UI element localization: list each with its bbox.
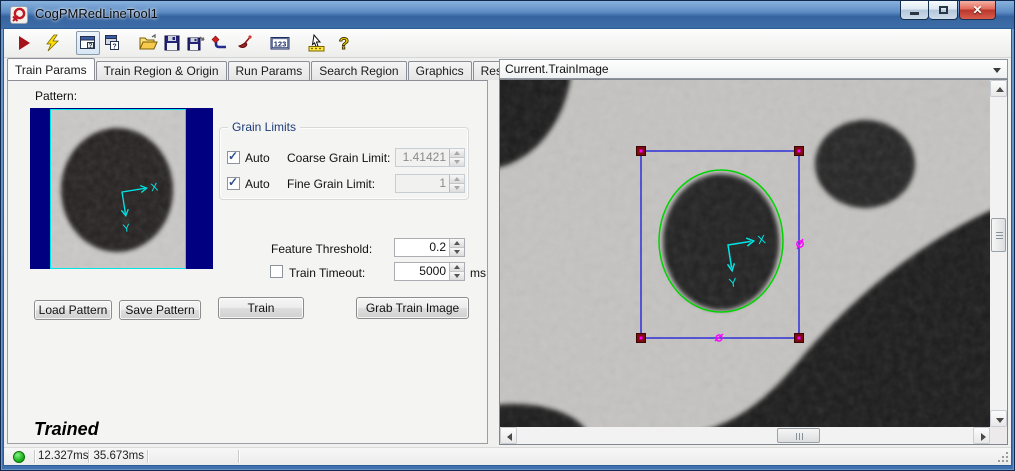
- fine-grain-spinner[interactable]: [449, 175, 464, 192]
- numeric-display-icon[interactable]: 123: [268, 31, 292, 55]
- coarse-auto-label: Auto: [245, 151, 270, 165]
- maximize-button[interactable]: [929, 1, 958, 20]
- coarse-grain-limit-label: Coarse Grain Limit:: [287, 151, 390, 165]
- electric-run-icon[interactable]: [40, 31, 64, 55]
- grab-train-image-button[interactable]: Grab Train Image: [356, 297, 469, 319]
- help-icon[interactable]: ?: [332, 31, 356, 55]
- scroll-down-icon: [996, 418, 1004, 423]
- client-area: ? ?: [4, 29, 1011, 465]
- image-selector-combobox[interactable]: Current.TrainImage: [499, 59, 1008, 79]
- status-time-execution: 12.327ms: [38, 450, 85, 462]
- train-params-page: Pattern:: [7, 80, 488, 444]
- pattern-preview-box: X Y: [30, 108, 213, 269]
- maximize-icon: [939, 6, 948, 14]
- revert-icon[interactable]: [208, 31, 232, 55]
- toolbar: ? ?: [4, 29, 1011, 58]
- train-timeout-unit: ms: [470, 266, 486, 280]
- status-bar: 12.327ms 35.673ms: [4, 447, 1011, 465]
- feature-threshold-label: Feature Threshold:: [271, 242, 372, 256]
- titlebar[interactable]: CogPMRedLineTool1 ✕: [1, 1, 1014, 29]
- show-tool-window-icon[interactable]: ?: [76, 31, 100, 55]
- scroll-right-icon: [981, 433, 986, 441]
- scroll-left-icon: [507, 433, 512, 441]
- tab-strip: Train Params Train Region & Origin Run P…: [7, 58, 530, 80]
- train-timeout-checkbox[interactable]: [270, 265, 283, 278]
- coarse-auto-checkbox[interactable]: [227, 151, 240, 164]
- scroll-left-button[interactable]: [500, 427, 517, 444]
- load-pattern-button[interactable]: Load Pattern: [34, 300, 112, 320]
- vertical-scroll-thumb[interactable]: [991, 218, 1006, 252]
- train-image-canvas[interactable]: X Y: [500, 80, 990, 427]
- grain-limits-group: Grain Limits Auto Coarse Grain Limit: 1.…: [219, 127, 469, 200]
- float-tool-window-icon[interactable]: ?: [100, 31, 124, 55]
- fine-grain-limit-label: Fine Grain Limit:: [287, 177, 375, 191]
- fine-auto-checkbox[interactable]: [227, 177, 240, 190]
- status-time-total: 35.673ms: [92, 450, 144, 462]
- fine-auto-label: Auto: [245, 177, 270, 191]
- horizontal-scrollbar[interactable]: [500, 427, 990, 444]
- close-button[interactable]: ✕: [959, 1, 996, 20]
- close-icon: ✕: [972, 3, 982, 17]
- pattern-image: X Y: [50, 109, 186, 269]
- minimize-icon: [910, 12, 919, 15]
- status-dot: [13, 451, 25, 463]
- tab-graphics[interactable]: Graphics: [408, 61, 472, 80]
- train-button[interactable]: Train: [218, 297, 304, 319]
- scroll-right-button[interactable]: [973, 427, 990, 444]
- tab-search-region[interactable]: Search Region: [311, 61, 406, 80]
- save-pattern-button[interactable]: Save Pattern: [119, 300, 201, 320]
- vertical-scrollbar[interactable]: [990, 80, 1007, 427]
- tab-run-params[interactable]: Run Params: [228, 61, 311, 80]
- horizontal-scroll-thumb[interactable]: [777, 428, 820, 443]
- train-image-view: X Y: [499, 79, 1008, 445]
- scroll-up-icon: [996, 87, 1004, 92]
- save-as-icon[interactable]: [184, 31, 208, 55]
- edit-brush-icon[interactable]: [232, 31, 256, 55]
- feature-threshold-field[interactable]: 0.2: [394, 238, 465, 257]
- feature-threshold-spinner[interactable]: [449, 239, 464, 256]
- svg-text:?: ?: [89, 43, 93, 50]
- svg-text:?: ?: [112, 44, 116, 51]
- pattern-label: Pattern:: [35, 89, 77, 103]
- numbers-icon-text: 123: [274, 39, 287, 48]
- measure-ruler-icon[interactable]: [304, 31, 328, 55]
- train-timeout-label: Train Timeout:: [289, 266, 365, 280]
- coarse-grain-spinner[interactable]: [449, 149, 464, 166]
- combo-dropdown-icon: [993, 68, 1001, 73]
- coarse-grain-limit-field[interactable]: 1.41421: [395, 148, 465, 167]
- scrollbar-corner: [990, 427, 1007, 444]
- scroll-down-button[interactable]: [990, 410, 1007, 427]
- trained-status: Trained: [34, 419, 99, 440]
- fine-grain-limit-field[interactable]: 1: [395, 174, 465, 193]
- tab-train-region-origin[interactable]: Train Region & Origin: [96, 61, 227, 80]
- train-timeout-field[interactable]: 5000: [394, 262, 465, 281]
- scroll-up-button[interactable]: [990, 80, 1007, 97]
- window-title: CogPMRedLineTool1: [35, 6, 158, 21]
- tool-window: CogPMRedLineTool1 ✕ ?: [0, 0, 1015, 471]
- resize-grip[interactable]: [997, 451, 1009, 463]
- open-file-icon[interactable]: [136, 31, 160, 55]
- app-icon: [10, 6, 28, 24]
- help-icon-text: ?: [339, 34, 349, 52]
- train-timeout-spinner[interactable]: [449, 263, 464, 280]
- grain-limits-title: Grain Limits: [228, 120, 300, 134]
- minimize-button[interactable]: [900, 1, 929, 20]
- run-icon[interactable]: [12, 31, 36, 55]
- tab-train-params[interactable]: Train Params: [7, 58, 95, 80]
- save-file-icon[interactable]: [160, 31, 184, 55]
